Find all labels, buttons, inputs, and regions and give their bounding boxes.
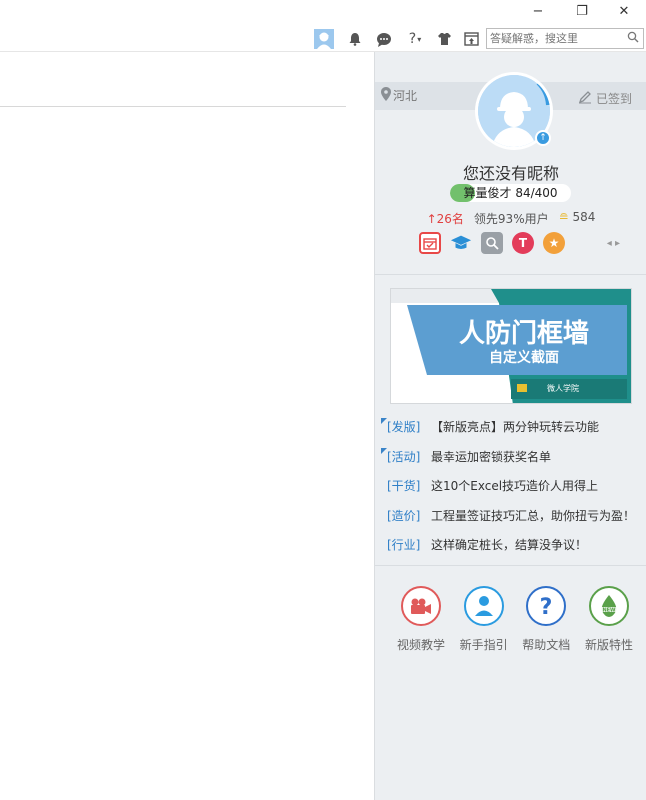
- nickname: 您还没有昵称: [462, 164, 559, 183]
- news-title[interactable]: 工程量签证技巧汇总，助你扭亏为盈！: [431, 505, 635, 535]
- news-tag[interactable]: [行业]: [387, 534, 425, 564]
- upload-window-icon[interactable]: [460, 28, 482, 50]
- content-divider: [0, 106, 346, 107]
- t-badge-icon[interactable]: T: [512, 232, 534, 254]
- banner-subtitle: 自定义截面: [489, 350, 559, 366]
- tool-help-doc[interactable]: ? 帮助文档: [520, 586, 572, 653]
- lead-percent: 领先93%用户: [473, 212, 549, 226]
- skin-shirt-icon[interactable]: [433, 28, 455, 50]
- video-camera-icon[interactable]: [401, 586, 441, 626]
- panel-divider: [375, 565, 646, 566]
- star-badge-icon[interactable]: ★: [543, 232, 565, 254]
- rank-change: ↑26名: [426, 212, 464, 226]
- search-lens-badge-icon[interactable]: [481, 232, 503, 254]
- news-tag[interactable]: [造价]: [387, 505, 425, 535]
- news-item[interactable]: [行业] 这样确定桩长，结算没争议！: [381, 534, 643, 564]
- banner-brand: 微人学院: [547, 384, 579, 393]
- help-menu-icon[interactable]: ? ▾: [402, 28, 428, 50]
- svg-text:NEW: NEW: [602, 607, 616, 613]
- location[interactable]: 河北: [381, 87, 417, 104]
- calendar-badge-icon[interactable]: [419, 232, 441, 254]
- level-progress-text: 84/400: [515, 186, 558, 200]
- tool-video-camera[interactable]: 视频教学: [395, 586, 447, 653]
- level-text: 算量俊才 84/400: [450, 184, 571, 202]
- minimize-button[interactable]: −: [524, 2, 552, 22]
- tool-label[interactable]: 新版特性: [585, 636, 633, 653]
- news-list: [发版] 【新版亮点】两分钟玩转云功能 [活动] 最幸运加密锁获奖名单 [干货] 这10个…: [381, 416, 643, 564]
- location-label: 河北: [393, 89, 418, 103]
- user-side-panel: 河北 已签到 ↑ 您还没有昵称 算量俊才 84/400 ↑26名 领先93%用户…: [374, 52, 646, 800]
- news-tag[interactable]: [发版]: [387, 416, 425, 446]
- avatar-icon[interactable]: [313, 28, 335, 50]
- news-title[interactable]: 最幸运加密锁获奖名单: [431, 446, 551, 476]
- signed-label: 已签到: [595, 92, 632, 106]
- tool-label[interactable]: 视频教学: [397, 636, 445, 653]
- user-stats: ↑26名 领先93%用户 ≘ 584: [375, 210, 646, 227]
- news-item[interactable]: [发版] 【新版亮点】两分钟玩转云功能: [381, 416, 643, 446]
- tool-label[interactable]: 新手指引: [460, 636, 508, 653]
- news-title[interactable]: 这10个Excel技巧造价人用得上: [431, 475, 598, 505]
- achievement-badges: T ★: [419, 232, 565, 254]
- coin-count-group: ≘ 584: [559, 210, 596, 227]
- search-icon[interactable]: [627, 31, 639, 46]
- chevron-down-icon: ▾: [417, 34, 422, 44]
- panel-divider: [375, 274, 646, 275]
- help-label: ?: [408, 31, 417, 47]
- news-item[interactable]: [造价] 工程量签证技巧汇总，助你扭亏为盈！: [381, 505, 643, 535]
- badge-scroll-arrows-icon[interactable]: ◂ ▸: [607, 238, 620, 249]
- level-progress-bar: 算量俊才 84/400: [450, 184, 571, 202]
- new-feature-icon[interactable]: NEW: [588, 586, 629, 626]
- banner-title: 人防门框墙: [458, 318, 589, 348]
- news-title[interactable]: 这样确定桩长，结算没争议！: [431, 534, 587, 564]
- news-title[interactable]: 【新版亮点】两分钟玩转云功能: [431, 416, 599, 446]
- help-doc-icon[interactable]: ?: [526, 586, 567, 626]
- title-bar: − ❐ ✕: [0, 0, 646, 24]
- tool-new-feature[interactable]: NEW 新版特性: [583, 586, 635, 653]
- user-guide-icon[interactable]: [463, 586, 504, 626]
- news-item[interactable]: [干货] 这10个Excel技巧造价人用得上: [381, 475, 643, 505]
- corner-mark-icon: [381, 418, 387, 424]
- tool-user-guide[interactable]: 新手指引: [458, 586, 510, 653]
- chat-icon[interactable]: [373, 28, 395, 50]
- tool-label[interactable]: 帮助文档: [522, 636, 570, 653]
- upgrade-arrow-icon: ↑: [535, 130, 551, 146]
- search-box[interactable]: [486, 28, 644, 49]
- search-input[interactable]: [487, 29, 619, 48]
- close-button[interactable]: ✕: [610, 2, 638, 22]
- user-avatar[interactable]: ↑: [475, 72, 553, 150]
- bell-icon[interactable]: [344, 28, 366, 50]
- help-tools: 视频教学 新手指引? 帮助文档 NEW 新版特性: [395, 586, 635, 653]
- promo-banner[interactable]: 人防门框墙 自定义截面 微人学院: [390, 288, 632, 404]
- coin-stack-icon: ≘: [558, 210, 569, 224]
- news-tag[interactable]: [活动]: [387, 446, 425, 476]
- level-title: 算量俊才: [463, 186, 512, 200]
- news-tag[interactable]: [干货]: [387, 475, 425, 505]
- sign-in-status[interactable]: 已签到: [578, 90, 632, 107]
- restore-button[interactable]: ❐: [568, 2, 596, 22]
- news-item[interactable]: [活动] 最幸运加密锁获奖名单: [381, 446, 643, 476]
- corner-mark-icon: [381, 447, 387, 454]
- location-pin-icon: [381, 87, 391, 104]
- coin-count: 584: [572, 210, 596, 224]
- graduation-cap-badge-icon[interactable]: [450, 232, 472, 254]
- svg-text:?: ?: [540, 595, 553, 618]
- pencil-icon: [578, 90, 592, 107]
